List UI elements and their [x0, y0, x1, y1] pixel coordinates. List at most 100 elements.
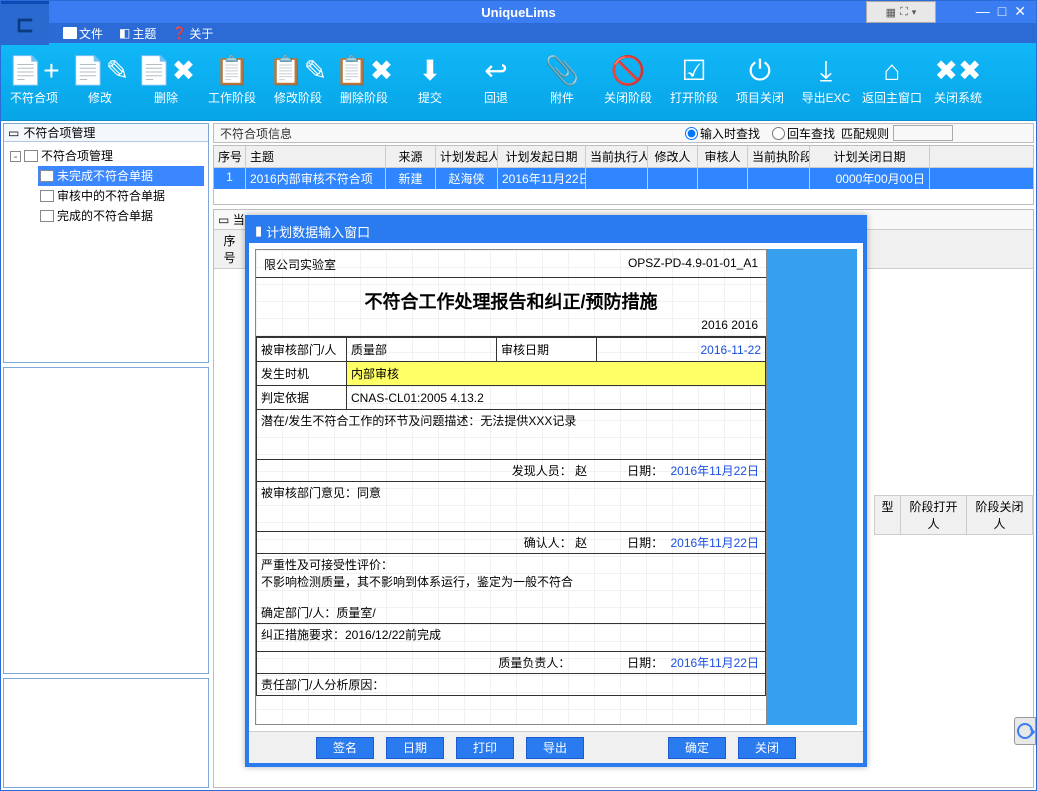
home-icon: ⌂ [884, 57, 901, 85]
maximize-button[interactable]: □ [998, 3, 1006, 20]
title-grid-widget[interactable]: ▦ ⛶ ▾ [866, 1, 936, 23]
grid-header: 序号 主题 来源 计划发起人 计划发起日期 当前执行人 修改人 审核人 当前执阶… [214, 146, 1033, 168]
date-button[interactable]: 日期 [386, 737, 444, 759]
tool-exit[interactable]: ✖✖关闭系统 [925, 43, 991, 120]
main-toolbar: 📄+不符合项📄✎修改📄✖ 删除 📋工作阶段📋✎修改阶段📋✖删除阶段⬇提交↩回退 📎 附件… [1, 43, 1036, 121]
exit-icon: ✖✖ [935, 57, 982, 85]
tool-label: 删除阶段 [340, 89, 388, 106]
confirm-date[interactable]: 2016年11月22日 [670, 536, 759, 550]
tool-delph[interactable]: 📋✖删除阶段 [331, 43, 397, 120]
match-rule-label: 匹配规则 [841, 125, 889, 142]
form-doc-code: OPSZ-PD-4.9-01-01_A1 [628, 256, 758, 273]
minimize-button[interactable]: — [976, 3, 990, 20]
tool-label: 修改 [88, 89, 112, 106]
discoverer-name[interactable]: 赵 [575, 464, 587, 478]
plan-data-dialog: ▮ 计划数据输入窗口 限公司实验室 OPSZ-PD-4.9-01-01_A1 不… [245, 215, 867, 767]
main-grid[interactable]: 序号 主题 来源 计划发起人 计划发起日期 当前执行人 修改人 审核人 当前执阶… [213, 145, 1034, 205]
lower-col-idx: 序号 [214, 230, 246, 268]
desc-section[interactable]: 潜在/发生不符合工作的环节及问题描述：无法提供XXX记录 [256, 410, 766, 460]
closeph-icon: 🚫 [611, 57, 646, 85]
tool-work[interactable]: 📋工作阶段 [199, 43, 265, 120]
window-titlebar: ⊏ UniqueLims ▦ ⛶ ▾ — □ ✕ [1, 1, 1036, 23]
severity-section[interactable]: 严重性及可接受性评价： 不影响检测质量，其不影响到体系运行，鉴定为一般不符合 [256, 554, 766, 592]
lbl-basis: 判定依据 [257, 386, 347, 410]
discoverer-row: 发现人员： 赵 日期： 2016年11月22日 [256, 460, 766, 482]
close-button[interactable]: ✕ [1014, 3, 1026, 20]
tool-editph[interactable]: 📋✎修改阶段 [265, 43, 331, 120]
severity-label: 严重性及可接受性评价： [261, 558, 393, 572]
tool-label: 不符合项 [10, 89, 58, 106]
tool-ncr[interactable]: 📄+不符合项 [1, 43, 67, 120]
tree-root-label: 不符合项管理 [41, 146, 113, 166]
opinion-section[interactable]: 被审核部门意见：同意 [256, 482, 766, 532]
tool-home[interactable]: ⌂ 返回主窗口 [859, 43, 925, 120]
export-button[interactable]: 导出 [526, 737, 584, 759]
confirm-person[interactable]: 赵 [575, 536, 587, 550]
val-audit-date[interactable]: 2016-11-22 [701, 343, 762, 357]
tree-item[interactable]: 审核中的不符合单据 [38, 186, 204, 206]
dialog-close-button[interactable]: 关闭 [738, 737, 796, 759]
tool-label: 提交 [418, 89, 442, 106]
tool-label: 工作阶段 [208, 89, 256, 106]
val-audited-dept[interactable]: 质量部 [347, 338, 497, 362]
tool-edit[interactable]: 📄✎修改 [67, 43, 133, 120]
menu-about[interactable]: ❓关于 [166, 23, 219, 44]
tool-attach[interactable]: 📎 附件 [529, 43, 595, 120]
prjclose-icon: ⏻ [749, 57, 771, 85]
radio-enter-search[interactable]: 回车查找 [766, 125, 841, 142]
confirm-dept[interactable]: 确定部门/人：质量室/ [256, 592, 766, 624]
dialog-title: 计划数据输入窗口 [266, 222, 370, 241]
grid-row[interactable]: 1 2016内部审核不符合项 新建 赵海侠 2016年11月22日 0000年0… [214, 168, 1033, 189]
delete-icon: 📄✖ [137, 57, 195, 85]
menu-theme[interactable]: ◧主题 [113, 23, 162, 44]
tree-item[interactable]: 完成的不符合单据 [38, 206, 204, 226]
tool-delete[interactable]: 📄✖ 删除 [133, 43, 199, 120]
tool-export[interactable]: ⤓导出EXC [793, 43, 859, 120]
tree-root[interactable]: - 不符合项管理 [10, 146, 204, 166]
tool-label: 打开阶段 [670, 89, 718, 106]
tool-label: 删除 [154, 89, 178, 106]
tree-expand-icon[interactable]: - [10, 151, 21, 162]
tool-label: 返回主窗口 [862, 89, 922, 106]
tool-submit[interactable]: ⬇提交 [397, 43, 463, 120]
print-button[interactable]: 打印 [456, 737, 514, 759]
lbl-audit-date: 审核日期 [497, 338, 597, 362]
tool-label: 附件 [550, 89, 574, 106]
attach-icon: 📎 [545, 57, 580, 85]
tool-prjclose[interactable]: ⏻ 项目关闭 [727, 43, 793, 120]
file-icon [63, 27, 77, 39]
expand-icon: ⛶ [900, 6, 908, 19]
discoverer-date[interactable]: 2016年11月22日 [670, 464, 759, 478]
val-basis[interactable]: CNAS-CL01:2005 4.13.2 [347, 386, 766, 410]
menu-file[interactable]: 文件 [57, 23, 109, 44]
dialog-footer: 签名 日期 打印 导出 确定 关闭 [249, 731, 863, 763]
side-float-button[interactable] [1014, 717, 1036, 745]
confirm-row: 确认人： 赵 日期： 2016年11月22日 [256, 532, 766, 554]
val-timing[interactable]: 内部审核 [347, 362, 766, 386]
severity-text: 不影响检测质量，其不影响到体系运行，鉴定为一般不符合 [261, 575, 573, 589]
tool-closeph[interactable]: 🚫关闭阶段 [595, 43, 661, 120]
match-rule-input[interactable] [893, 125, 953, 141]
lower-grid-peek: 型 阶段打开人 阶段关闭人 [874, 495, 1034, 535]
radio-type-search[interactable]: 输入时查找 [679, 125, 766, 142]
editph-icon: 📋✎ [269, 57, 327, 85]
lower-bar-icon: ▭ [218, 213, 229, 227]
sign-button[interactable]: 签名 [316, 737, 374, 759]
qm-date[interactable]: 2016年11月22日 [670, 656, 759, 670]
tool-label: 项目关闭 [736, 89, 784, 106]
tree-item-label: 审核中的不符合单据 [57, 186, 165, 206]
dialog-titlebar[interactable]: ▮ 计划数据输入窗口 [249, 219, 863, 243]
tree-item[interactable]: 未完成不符合单据 [38, 166, 204, 186]
doc-icon [40, 170, 54, 182]
ok-button[interactable]: 确定 [668, 737, 726, 759]
resp-section[interactable]: 责任部门/人分析原因： [256, 674, 766, 696]
correction-section[interactable]: 纠正措施要求：2016/12/22前完成 [256, 624, 766, 652]
qm-row: 质量负责人： 日期： 2016年11月22日 [256, 652, 766, 674]
app-logo: ⊏ [1, 1, 49, 45]
menu-bar: 文件 ◧主题 ❓关于 [1, 23, 1036, 43]
qm-name[interactable] [574, 656, 587, 670]
tool-back[interactable]: ↩回退 [463, 43, 529, 120]
tool-label: 回退 [484, 89, 508, 106]
tool-openph[interactable]: ☑打开阶段 [661, 43, 727, 120]
lbl-audited-dept: 被审核部门/人 [257, 338, 347, 362]
